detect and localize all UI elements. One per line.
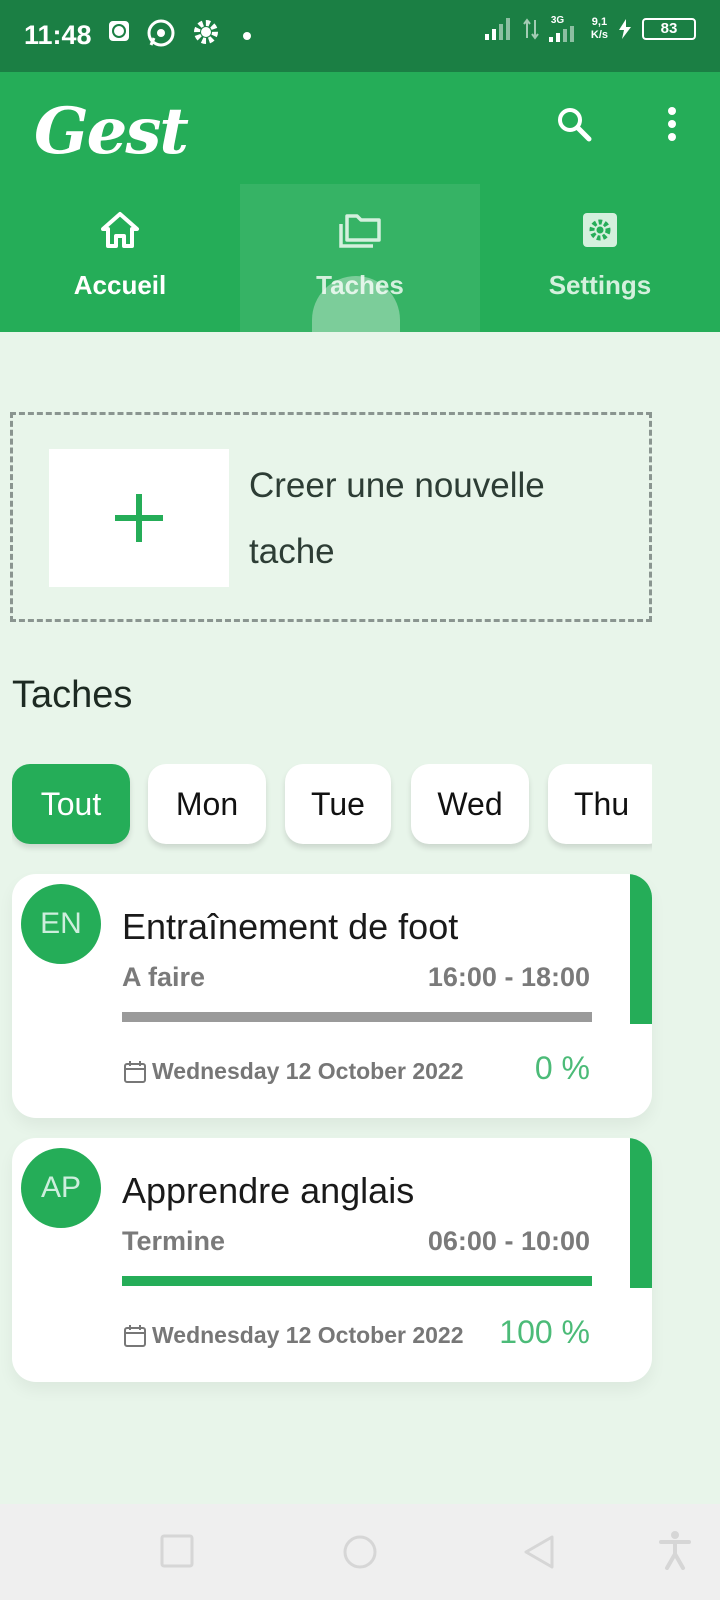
tab-taches[interactable]: Taches xyxy=(240,184,480,332)
status-bar: 11:48 3G 9,1 K/s 83 xyxy=(0,0,720,72)
system-navigation-bar xyxy=(0,1504,720,1600)
signal-icon xyxy=(484,18,510,40)
tab-label: Accueil xyxy=(73,270,167,300)
calendar-icon xyxy=(124,1060,146,1083)
task-time: 06:00 - 10:00 xyxy=(427,1226,590,1256)
task-date: Wednesday 12 October 2022 xyxy=(152,1058,464,1084)
folders-icon xyxy=(339,214,381,248)
tab-settings[interactable]: Settings xyxy=(480,184,720,332)
task-time: 16:00 - 18:00 xyxy=(427,962,590,992)
task-card[interactable]: AP Apprendre anglais Termine 06:00 - 10:… xyxy=(12,1138,652,1382)
create-task-card[interactable]: Creer une nouvelle tache xyxy=(10,412,652,622)
circle-icon xyxy=(343,1535,377,1569)
dot-icon xyxy=(242,28,252,46)
net-speed: 9,1 K/s xyxy=(590,16,608,41)
more-vert-icon xyxy=(668,107,676,141)
search-button[interactable] xyxy=(550,100,598,148)
more-options-button[interactable] xyxy=(648,100,696,148)
task-title: Entraînement de foot xyxy=(122,906,459,947)
task-progress-bar xyxy=(122,1276,592,1286)
app-bar: Gest Accueil Taches Settings xyxy=(0,72,720,332)
settings-gear-icon xyxy=(192,18,220,51)
chip-mon[interactable]: Mon xyxy=(148,764,266,844)
home-icon xyxy=(101,212,139,248)
back-button[interactable] xyxy=(522,1534,556,1575)
calendar-icon xyxy=(124,1324,146,1347)
create-task-label: Creer une nouvelle tache xyxy=(249,466,545,571)
home-button[interactable] xyxy=(342,1534,378,1575)
accessibility-icon xyxy=(659,1531,691,1570)
settings-icon xyxy=(583,213,617,247)
search-icon xyxy=(558,108,592,142)
task-status: Termine xyxy=(122,1226,226,1256)
chip-tout[interactable]: Tout xyxy=(12,764,130,844)
square-icon xyxy=(160,1534,194,1568)
progress-fill xyxy=(122,1276,592,1286)
task-progress-bar xyxy=(122,1012,592,1022)
chip-tue[interactable]: Tue xyxy=(285,764,391,844)
task-date: Wednesday 12 October 2022 xyxy=(152,1322,464,1348)
task-percent: 0 % xyxy=(534,1050,590,1086)
task-date-row: Wednesday 12 October 2022 xyxy=(122,1322,464,1349)
avatar: AP xyxy=(21,1148,101,1228)
recents-button[interactable] xyxy=(160,1534,194,1573)
task-card[interactable]: EN Entraînement de foot A faire 16:00 - … xyxy=(12,874,652,1118)
chip-wed[interactable]: Wed xyxy=(411,764,529,844)
day-filter-chips: Tout Mon Tue Wed Thu xyxy=(12,764,652,854)
card-accent-strip xyxy=(630,1138,652,1288)
task-date-row: Wednesday 12 October 2022 xyxy=(122,1058,464,1085)
app-logo: Gest xyxy=(34,94,189,169)
tab-label: Settings xyxy=(548,270,652,300)
whatsapp-icon xyxy=(146,18,176,53)
task-status: A faire xyxy=(122,962,206,992)
status-time: 11:48 xyxy=(24,20,92,50)
card-accent-strip xyxy=(630,874,652,1024)
mobile-signal: 3G xyxy=(548,15,581,42)
add-task-button[interactable] xyxy=(49,449,229,587)
notification-app-icon xyxy=(108,18,130,49)
data-transfer-icon xyxy=(523,18,539,40)
charging-icon xyxy=(619,19,631,39)
section-title: Taches xyxy=(12,674,133,716)
triangle-back-icon xyxy=(524,1535,554,1569)
tab-accueil[interactable]: Accueil xyxy=(0,184,240,332)
task-percent: 100 % xyxy=(499,1314,590,1350)
battery-indicator: 83 xyxy=(642,18,696,40)
chip-thu[interactable]: Thu xyxy=(548,764,652,844)
plus-icon xyxy=(115,494,163,542)
task-title: Apprendre anglais xyxy=(122,1170,415,1211)
avatar: EN xyxy=(21,884,101,964)
accessibility-button[interactable] xyxy=(658,1530,692,1575)
tab-bar: Accueil Taches Settings xyxy=(0,184,720,332)
